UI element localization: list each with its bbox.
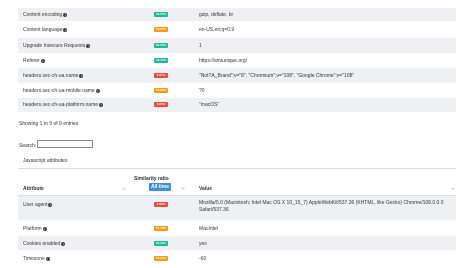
attribute-label: Cookies enabled i: [23, 241, 66, 247]
info-icon[interactable]: i: [99, 102, 104, 107]
similarity-badge: 85.18%: [154, 241, 168, 246]
similarity-badge: 45.37%: [154, 12, 168, 17]
search-input[interactable]: [37, 140, 93, 148]
table-row: headers.sec-ch-ua.name i 5.87% "Not?A_Bra…: [18, 68, 456, 83]
divider: [18, 168, 456, 169]
table-info: Showing 1 to 9 of 9 entries: [19, 121, 79, 127]
attribute-value: -60: [199, 256, 207, 262]
table-row: Content language i 18.97% en-US,en;q=0.9: [18, 21, 456, 38]
attribute-label: Referer i: [23, 58, 45, 64]
attribute-value: en-US,en;q=0.9: [199, 27, 235, 33]
attribute-value: MacIntel: [199, 226, 218, 232]
table-row: Cookies enabled i 85.18% yes: [18, 236, 456, 250]
table-row: headers.sec-ch-ua-platform.name i 3.95% "…: [18, 98, 456, 112]
info-icon[interactable]: i: [45, 256, 50, 261]
similarity-badge: 49.12%: [154, 58, 168, 63]
table-row: Referer i 49.12% https://amiunique.org/: [18, 53, 456, 68]
attribute-label: Platform i: [23, 226, 47, 232]
info-icon[interactable]: i: [86, 43, 91, 48]
info-icon[interactable]: i: [95, 88, 100, 93]
all-time-toggle[interactable]: All time: [149, 183, 171, 191]
similarity-badge: 0.86%: [154, 202, 168, 207]
attribute-label: Content encoding i: [23, 12, 68, 18]
info-icon[interactable]: i: [40, 58, 45, 63]
info-icon[interactable]: i: [61, 241, 66, 246]
search-label: Search:: [19, 143, 37, 149]
attribute-label: Content language i: [23, 27, 68, 33]
attribute-label: Upgrade Insecure Requests i: [23, 43, 91, 49]
table-row: User agent i 0.86% Mozilla/5.0 (Macintosh…: [18, 196, 456, 220]
attribute-label: headers.sec-ch-ua-mobile.name i: [23, 88, 100, 94]
attribute-value: "macOS": [199, 102, 220, 108]
fingerprint-page: Content encoding i 45.37% gzip, deflate, …: [0, 0, 474, 268]
section-title: Javascript attributes: [23, 158, 68, 164]
info-icon[interactable]: i: [63, 27, 68, 32]
info-icon[interactable]: i: [63, 12, 68, 17]
attribute-label: headers.sec-ch-ua-platform.name i: [23, 102, 104, 108]
attribute-value: gzip, deflate, br: [199, 12, 234, 18]
sort-indicator: %: [181, 186, 185, 191]
attribute-label: Timezone i: [23, 256, 50, 262]
similarity-header: Similarity ratio: [134, 176, 169, 182]
table-row: headers.sec-ch-ua-mobile.name i 18.25% ?0: [18, 83, 456, 98]
sort-indicator: %: [451, 186, 455, 191]
table-row: Content encoding i 45.37% gzip, deflate, …: [18, 8, 456, 21]
similarity-badge: 18.25%: [154, 88, 168, 93]
similarity-badge: 80.53%: [154, 43, 168, 48]
similarity-badge: 15.14%: [154, 256, 168, 261]
attribute-value: https://amiunique.org/: [199, 58, 248, 64]
attribute-label: headers.sec-ch-ua.name i: [23, 73, 84, 79]
attribute-label: User agent i: [23, 202, 53, 208]
similarity-badge: 3.95%: [154, 102, 168, 107]
attribute-value: Mozilla/5.0 (Macintosh; Intel Mac OS X 1…: [199, 200, 444, 213]
info-icon[interactable]: i: [48, 202, 53, 207]
similarity-badge: 18.97%: [154, 27, 168, 32]
table-row: Platform i 20.79% MacIntel: [18, 220, 456, 236]
attribute-value: ?0: [199, 88, 205, 94]
column-header-attribute[interactable]: Attribute: [23, 186, 44, 192]
attribute-value: "Not?A_Brand";v="8", "Chromium";v="108",…: [199, 73, 355, 79]
table-row: Timezone i 15.14% -60: [18, 250, 456, 266]
info-icon[interactable]: i: [79, 73, 84, 78]
attribute-value: yes: [199, 241, 207, 247]
table-row: Upgrade Insecure Requests i 80.53% 1: [18, 38, 456, 53]
attribute-value: 1: [199, 43, 202, 49]
info-icon[interactable]: i: [42, 226, 47, 231]
similarity-badge: 20.79%: [154, 226, 168, 231]
sort-indicator: %: [122, 186, 126, 191]
similarity-badge: 5.87%: [154, 73, 168, 78]
column-header-value[interactable]: Value: [199, 186, 212, 192]
